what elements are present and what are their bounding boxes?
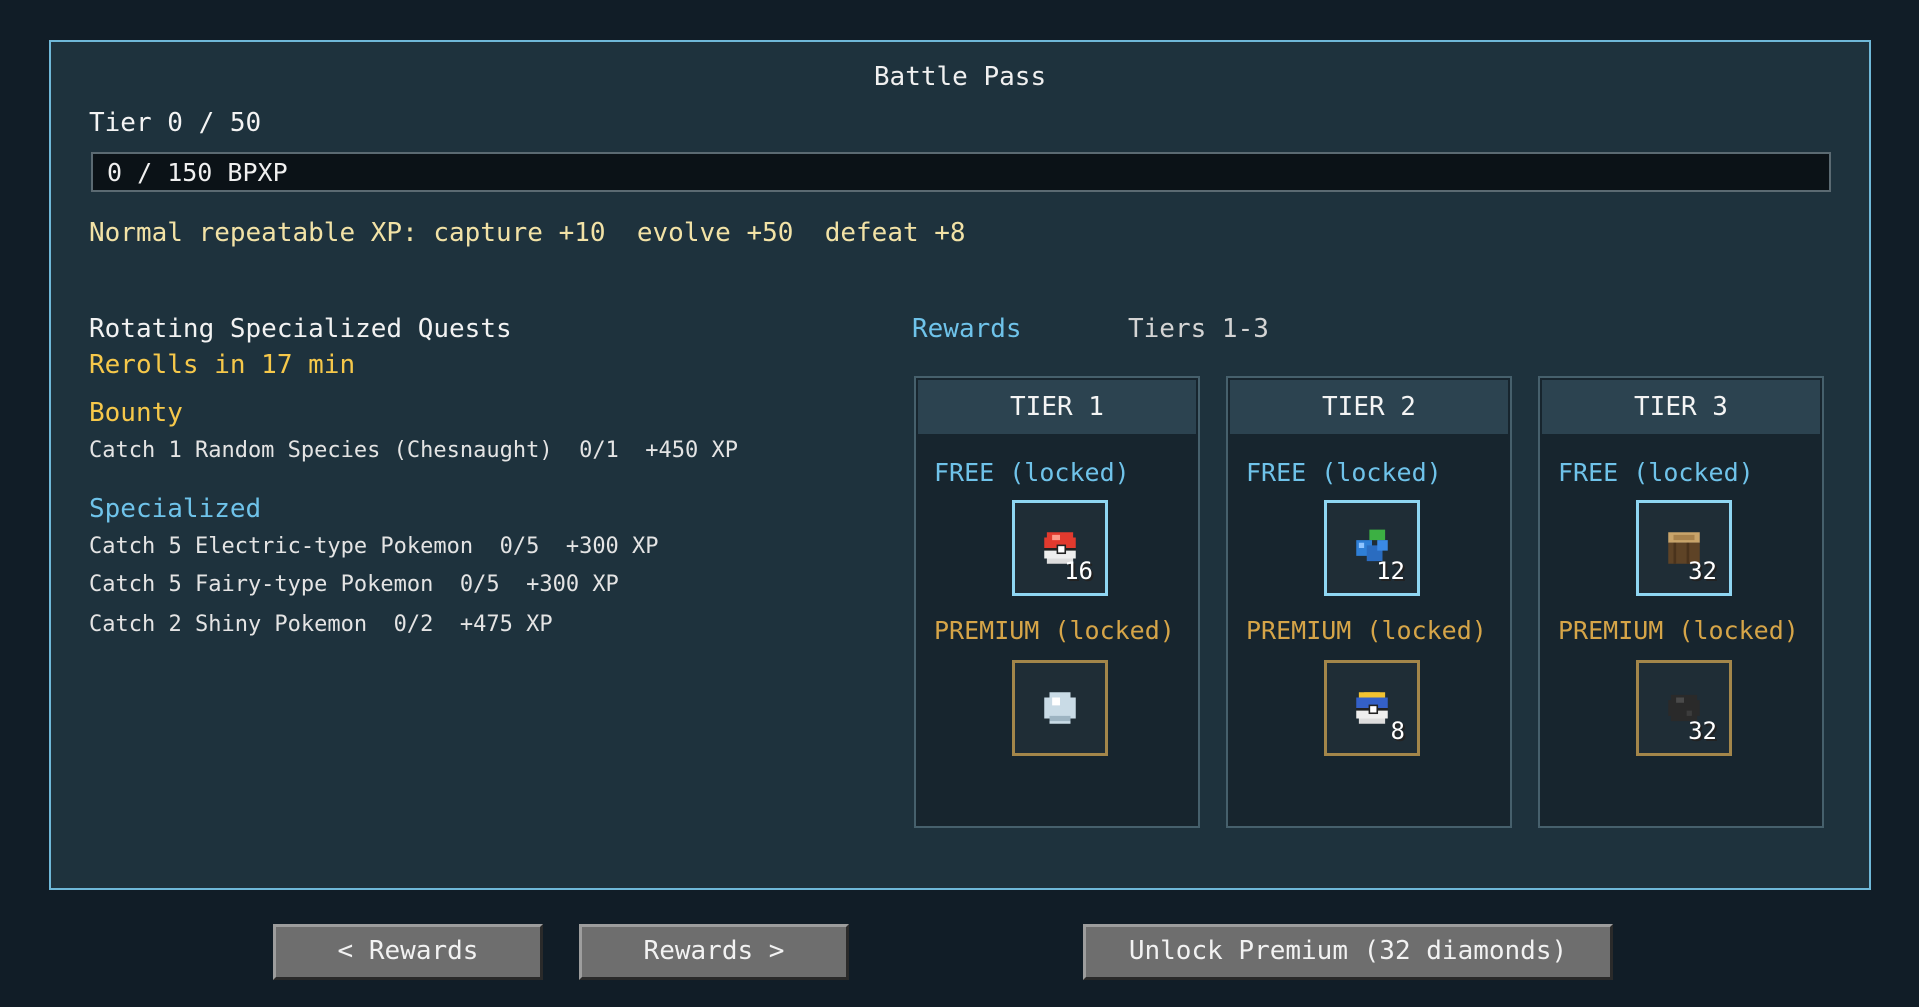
xp-progress-bar: 0 / 150 BPXP [91, 152, 1831, 192]
free-reward-label: FREE (locked) [1558, 458, 1754, 487]
specialized-title: Specialized [89, 494, 262, 524]
item-count: 32 [1688, 557, 1717, 585]
premium-reward-slot[interactable] [1012, 660, 1108, 756]
tier-header: TIER 3 [1542, 380, 1820, 434]
premium-reward-label: PREMIUM (locked) [1246, 616, 1487, 645]
item-count: 32 [1688, 717, 1717, 745]
specialized-quest: Catch 2 Shiny Pokemon 0/2 +475 XP [89, 612, 553, 637]
ultra-ball-icon [1356, 692, 1388, 724]
item-count: 16 [1064, 557, 1093, 585]
free-reward-label: FREE (locked) [934, 458, 1130, 487]
quests-title: Rotating Specialized Quests [89, 314, 512, 344]
prev-rewards-button[interactable]: < Rewards [273, 924, 543, 980]
page-title: Battle Pass [873, 62, 1047, 92]
tier-card-2: TIER 2 FREE (locked) 12 PREMIUM (locked) [1226, 376, 1512, 828]
bounty-quest: Catch 1 Random Species (Chesnaught) 0/1 … [89, 438, 739, 463]
xp-progress-text: 0 / 150 BPXP [107, 158, 288, 187]
premium-reward-label: PREMIUM (locked) [934, 616, 1175, 645]
unlock-premium-button[interactable]: Unlock Premium (32 diamonds) [1083, 924, 1613, 980]
free-reward-slot[interactable]: 16 [1012, 500, 1108, 596]
specialized-quest: Catch 5 Fairy-type Pokemon 0/5 +300 XP [89, 572, 619, 597]
tier-card-1: TIER 1 FREE (locked) 16 PREMIUM (locked) [914, 376, 1200, 828]
premium-reward-slot[interactable]: 32 [1636, 660, 1732, 756]
premium-reward-label: PREMIUM (locked) [1558, 616, 1799, 645]
item-count: 8 [1390, 717, 1405, 745]
rewards-label: Rewards [912, 314, 1022, 344]
tiers-range-label: Tiers 1-3 [1128, 314, 1269, 344]
tier-header: TIER 2 [1230, 380, 1508, 434]
premium-reward-slot[interactable]: 8 [1324, 660, 1420, 756]
repeatable-xp-info: Normal repeatable XP: capture +10 evolve… [89, 218, 966, 248]
free-reward-slot[interactable]: 32 [1636, 500, 1732, 596]
tier-progress-label: Tier 0 / 50 [89, 108, 262, 138]
free-reward-slot[interactable]: 12 [1324, 500, 1420, 596]
item-count: 12 [1376, 557, 1405, 585]
specialized-quest: Catch 5 Electric-type Pokemon 0/5 +300 X… [89, 534, 659, 559]
rerolls-timer: Rerolls in 17 min [89, 350, 356, 380]
white-orb-icon [1044, 692, 1076, 724]
tier-card-3: TIER 3 FREE (locked) 32 PREMIUM (locked)… [1538, 376, 1824, 828]
battle-pass-panel: Battle Pass Tier 0 / 50 0 / 150 BPXP Nor… [49, 40, 1871, 890]
free-reward-label: FREE (locked) [1246, 458, 1442, 487]
bounty-title: Bounty [89, 398, 183, 428]
tier-header: TIER 1 [918, 380, 1196, 434]
next-rewards-button[interactable]: Rewards > [579, 924, 849, 980]
